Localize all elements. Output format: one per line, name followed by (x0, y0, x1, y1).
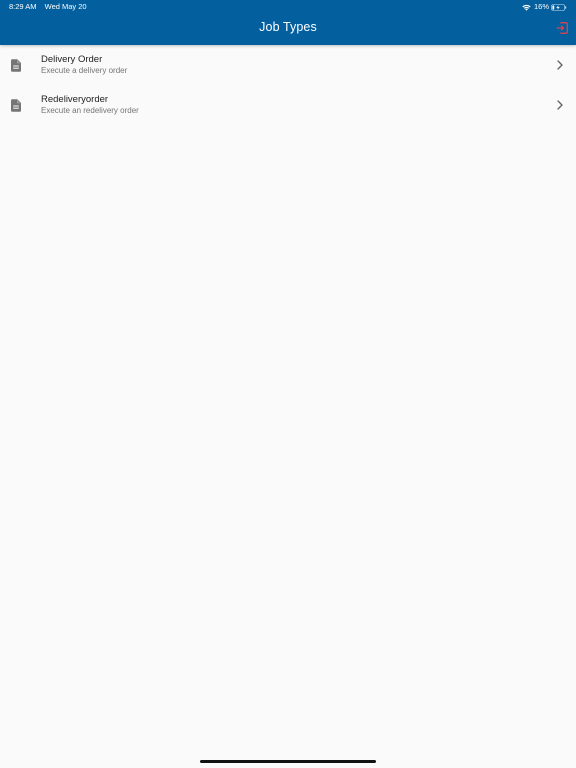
job-type-list: Delivery Order Execute a delivery order … (0, 45, 576, 125)
app-header: 8:29 AM Wed May 20 16% Job Types (0, 0, 576, 45)
list-item-subtitle: Execute an redelivery order (41, 106, 139, 115)
list-item-delivery-order[interactable]: Delivery Order Execute a delivery order (0, 45, 576, 85)
logout-button[interactable] (555, 21, 569, 35)
list-item-title: Redeliveryorder (41, 94, 109, 105)
logout-icon (556, 22, 568, 34)
list-item-subtitle: Execute a delivery order (41, 66, 128, 75)
screen: 8:29 AM Wed May 20 16% Job Types Deliver… (0, 0, 576, 768)
battery-charging-icon (551, 3, 567, 11)
status-right: 16% (522, 0, 567, 14)
wifi-icon (522, 4, 531, 11)
list-item-title: Delivery Order (41, 54, 103, 65)
battery-percent: 16% (533, 2, 549, 11)
page-title: Job Types (259, 20, 317, 34)
document-icon (11, 59, 21, 72)
list-item-redeliveryorder[interactable]: Redeliveryorder Execute an redelivery or… (0, 85, 576, 125)
chevron-right-icon (557, 60, 563, 70)
status-date: Wed May 20 (44, 2, 87, 11)
status-time: 8:29 AM (9, 2, 37, 11)
status-bar: 8:29 AM Wed May 20 16% (0, 0, 576, 14)
chevron-right-icon (557, 100, 563, 110)
battery-fill (552, 4, 555, 10)
status-left: 8:29 AM Wed May 20 (9, 0, 87, 14)
document-icon (11, 99, 21, 112)
home-indicator[interactable] (200, 760, 376, 763)
